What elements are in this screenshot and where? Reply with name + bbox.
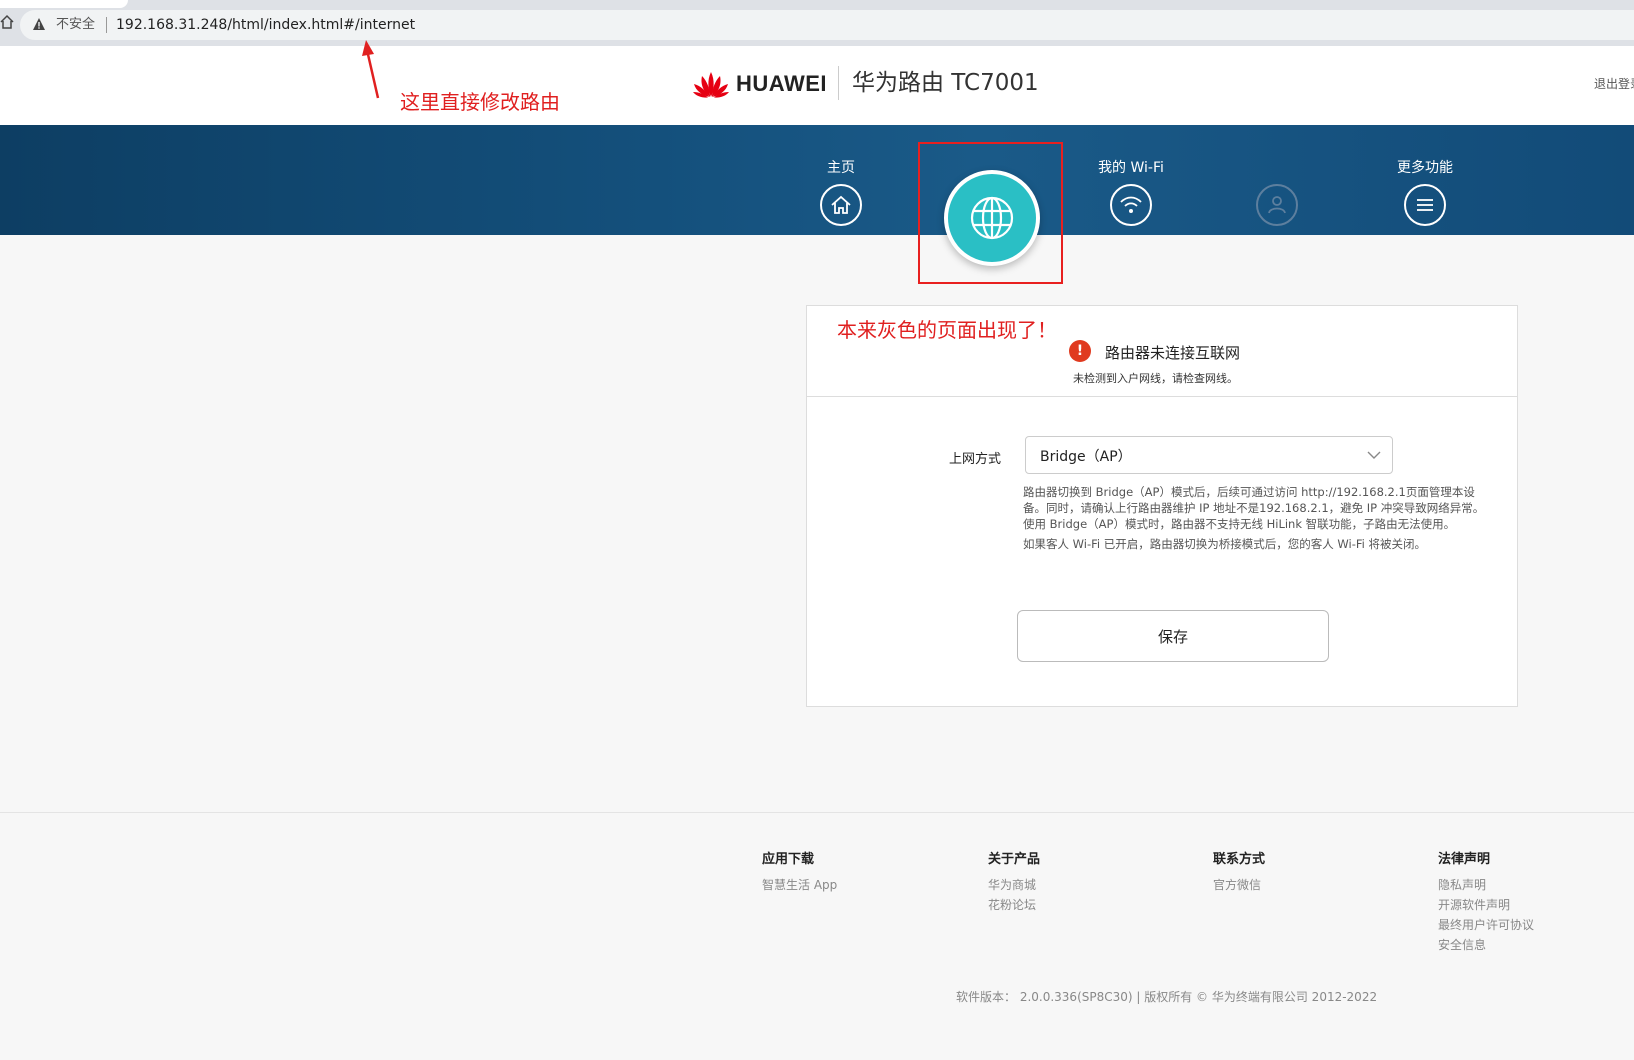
footer-col-app: 应用下载 智慧生活 App xyxy=(762,848,837,895)
footer-col-legal: 法律声明 隐私声明 开源软件声明 最终用户许可协议 安全信息 xyxy=(1438,848,1534,955)
chevron-down-icon xyxy=(1367,451,1381,459)
url-text[interactable]: 192.168.31.248/html/index.html#/internet xyxy=(116,15,415,35)
footer-col-product: 关于产品 华为商城 花粉论坛 xyxy=(988,848,1040,915)
annotation-url-note: 这里直接修改路由 xyxy=(400,90,560,114)
connection-mode-value: Bridge（AP） xyxy=(1040,449,1132,465)
footer-link[interactable]: 官方微信 xyxy=(1213,875,1265,895)
nav-label-more: 更多功能 xyxy=(1397,160,1453,176)
annotation-arrow xyxy=(362,40,380,99)
panel-divider xyxy=(807,396,1517,397)
error-icon: ! xyxy=(1069,340,1091,362)
user-icon xyxy=(1268,196,1286,214)
annotation-highlight-box xyxy=(918,142,1063,284)
browser-toolbar: 不安全 192.168.31.248/html/index.html#/inte… xyxy=(0,0,1634,46)
menu-icon xyxy=(1417,199,1433,211)
nav-item-home[interactable]: 主页 xyxy=(796,158,886,226)
nav-label-user xyxy=(1232,158,1322,178)
status-subtitle: 未检测到入户网线，请检查网线。 xyxy=(1073,372,1238,385)
footer-heading: 联系方式 xyxy=(1213,852,1266,867)
footer-link[interactable]: 安全信息 xyxy=(1438,935,1534,955)
logout-link[interactable]: 退出登录 xyxy=(1594,75,1634,92)
mode-description-1: 路由器切换到 Bridge（AP）模式后，后续可通过访问 http://192.… xyxy=(1023,485,1485,531)
home-button[interactable] xyxy=(0,14,14,34)
huawei-petal-icon xyxy=(693,72,729,98)
address-bar[interactable]: 不安全 192.168.31.248/html/index.html#/inte… xyxy=(20,10,1634,40)
save-button[interactable]: 保存 xyxy=(1017,610,1329,662)
nav-label-wifi: 我的 Wi-Fi xyxy=(1098,160,1164,176)
nav-item-user xyxy=(1232,158,1322,226)
brand-name: HUAWEI xyxy=(736,71,827,96)
active-tab[interactable] xyxy=(0,0,128,8)
footer-link[interactable]: 开源软件声明 xyxy=(1438,895,1534,915)
copyright-text: 软件版本： 2.0.0.336(SP8C30) | 版权所有 © 华为终端有限公… xyxy=(956,990,1378,1004)
home-browser-icon xyxy=(0,14,14,29)
footer-heading: 应用下载 xyxy=(762,852,815,867)
tab-strip xyxy=(0,0,1634,8)
home-icon xyxy=(831,195,851,214)
nav-item-more[interactable]: 更多功能 xyxy=(1380,158,1470,226)
mode-description-2: 如果客人 Wi-Fi 已开启，路由器切换为桥接模式后，您的客人 Wi-Fi 将被… xyxy=(1023,537,1426,551)
footer-link[interactable]: 智慧生活 App xyxy=(762,875,837,895)
huawei-logo: HUAWEI xyxy=(692,68,827,100)
footer-col-contact: 联系方式 官方微信 xyxy=(1213,848,1265,895)
footer-link[interactable]: 隐私声明 xyxy=(1438,875,1534,895)
annotation-panel-note: 本来灰色的页面出现了！ xyxy=(837,318,1057,342)
connection-mode-select[interactable]: Bridge（AP） xyxy=(1025,436,1393,474)
footer-heading: 法律声明 xyxy=(1438,852,1491,867)
product-title: 华为路由 TC7001 xyxy=(852,70,1039,96)
footer-heading: 关于产品 xyxy=(988,852,1041,867)
wifi-icon xyxy=(1120,196,1142,213)
footer-link[interactable]: 花粉论坛 xyxy=(988,895,1040,915)
status-title: 路由器未连接互联网 xyxy=(1105,344,1241,362)
internet-settings-panel: 本来灰色的页面出现了！ ! 路由器未连接互联网 未检测到入户网线，请检查网线。 … xyxy=(806,305,1518,707)
address-separator xyxy=(106,17,107,33)
not-secure-label: 不安全 xyxy=(56,17,96,32)
nav-item-wifi[interactable]: 我的 Wi-Fi xyxy=(1086,158,1176,226)
mode-description: 路由器切换到 Bridge（AP）模式后，后续可通过访问 http://192.… xyxy=(1023,484,1487,556)
footer-link[interactable]: 华为商城 xyxy=(988,875,1040,895)
footer-divider xyxy=(0,812,1634,813)
nav-label-home: 主页 xyxy=(827,160,855,176)
connection-mode-label: 上网方式 xyxy=(949,452,1002,467)
footer-link[interactable]: 最终用户许可协议 xyxy=(1438,915,1534,935)
warning-icon xyxy=(32,17,48,33)
header-divider xyxy=(838,66,839,100)
